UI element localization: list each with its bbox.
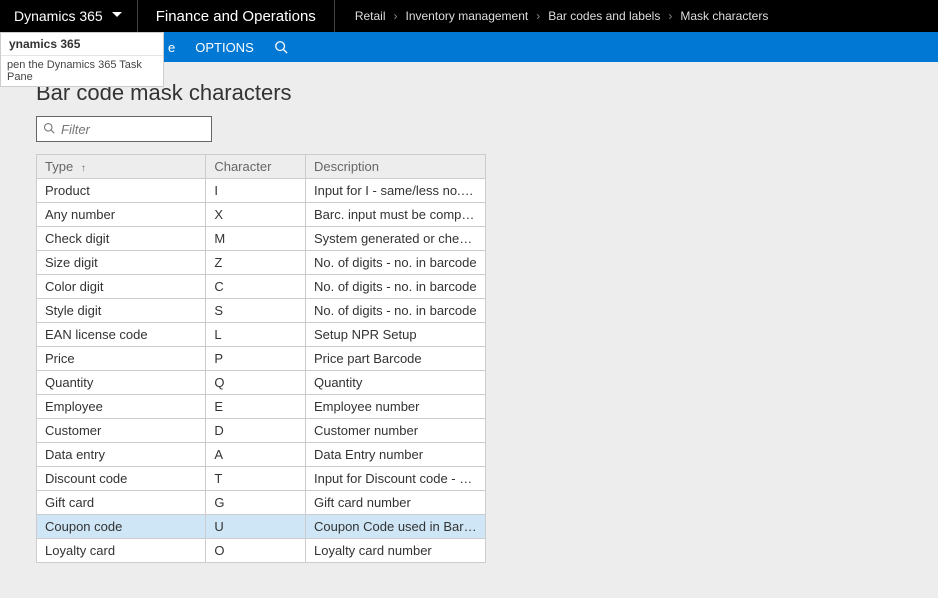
table-row[interactable]: Size digitZNo. of digits - no. in barcod… [37,251,486,275]
crumb-barcodes[interactable]: Bar codes and labels [548,9,660,23]
cell-character: C [206,275,306,299]
cell-type: Customer [37,419,206,443]
cell-character: O [206,539,306,563]
table-row[interactable]: PricePPrice part Barcode [37,347,486,371]
table-row[interactable]: Any numberXBarc. input must be complete [37,203,486,227]
table-row[interactable]: Data entryAData Entry number [37,443,486,467]
cell-type: Data entry [37,443,206,467]
dropdown-title: ynamics 365 [1,33,163,56]
cell-type: Color digit [37,275,206,299]
cell-character: S [206,299,306,323]
cell-type: Quantity [37,371,206,395]
cell-description: Input for Discount code - sa... [305,467,485,491]
cell-type: Any number [37,203,206,227]
cell-type: Check digit [37,227,206,251]
cell-character: Q [206,371,306,395]
col-header-type[interactable]: Type ↑ [37,155,206,179]
cell-description: Input for I - same/less no. of ... [305,179,485,203]
cell-type: EAN license code [37,323,206,347]
options-button[interactable]: OPTIONS [195,40,254,55]
cell-description: Setup NPR Setup [305,323,485,347]
table-row[interactable]: EAN license codeLSetup NPR Setup [37,323,486,347]
table-row[interactable]: CustomerDCustomer number [37,419,486,443]
cell-character: I [206,179,306,203]
cell-type: Coupon code [37,515,206,539]
actionbar-cut-letter: e [168,40,175,55]
topbar: Dynamics 365 Finance and Operations Reta… [0,0,938,32]
cell-description: Price part Barcode [305,347,485,371]
cell-type: Employee [37,395,206,419]
chevron-down-icon [111,8,123,24]
table-row[interactable]: Coupon codeUCoupon Code used in Bar code [37,515,486,539]
brand-menu[interactable]: Dynamics 365 [0,0,138,32]
chevron-right-icon: › [394,9,398,23]
crumb-retail[interactable]: Retail [355,9,386,23]
cell-character: P [206,347,306,371]
mask-characters-grid: Type ↑ Character Description ProductIInp… [36,154,486,563]
col-header-description[interactable]: Description [305,155,485,179]
cell-character: T [206,467,306,491]
cell-character: D [206,419,306,443]
breadcrumb: Retail › Inventory management › Bar code… [335,0,789,32]
cell-character: M [206,227,306,251]
table-row[interactable]: ProductIInput for I - same/less no. of .… [37,179,486,203]
grid-header-row: Type ↑ Character Description [37,155,486,179]
col-header-character[interactable]: Character [206,155,306,179]
table-row[interactable]: Gift cardGGift card number [37,491,486,515]
cell-description: System generated or checked [305,227,485,251]
col-label: Type [45,159,73,174]
cell-character: Z [206,251,306,275]
dropdown-hint: pen the Dynamics 365 Task Pane [1,56,163,86]
table-row[interactable]: Style digitSNo. of digits - no. in barco… [37,299,486,323]
crumb-inventory[interactable]: Inventory management [406,9,529,23]
cell-description: Loyalty card number [305,539,485,563]
cell-character: A [206,443,306,467]
brand-dropdown: ynamics 365 pen the Dynamics 365 Task Pa… [0,32,164,87]
cell-description: Gift card number [305,491,485,515]
table-row[interactable]: Check digitMSystem generated or checked [37,227,486,251]
cell-type: Product [37,179,206,203]
brand-label: Dynamics 365 [14,8,103,24]
page-title: Bar code mask characters [36,80,938,106]
cell-description: Data Entry number [305,443,485,467]
page-body: Bar code mask characters Type ↑ Characte… [0,62,938,598]
cell-character: L [206,323,306,347]
sort-ascending-icon: ↑ [81,163,86,174]
cell-type: Size digit [37,251,206,275]
filter-box[interactable] [36,116,212,142]
table-row[interactable]: Color digitCNo. of digits - no. in barco… [37,275,486,299]
cell-description: Quantity [305,371,485,395]
cell-description: Barc. input must be complete [305,203,485,227]
cell-type: Loyalty card [37,539,206,563]
search-icon[interactable] [274,40,288,54]
cell-type: Gift card [37,491,206,515]
cell-type: Style digit [37,299,206,323]
cell-description: Coupon Code used in Bar code [305,515,485,539]
chevron-right-icon: › [668,9,672,23]
cell-description: No. of digits - no. in barcode [305,299,485,323]
table-row[interactable]: Loyalty cardOLoyalty card number [37,539,486,563]
crumb-mask[interactable]: Mask characters [680,9,768,23]
cell-character: X [206,203,306,227]
chevron-right-icon: › [536,9,540,23]
cell-character: G [206,491,306,515]
search-icon [43,122,55,137]
cell-description: Customer number [305,419,485,443]
filter-input[interactable] [61,122,205,137]
cell-description: No. of digits - no. in barcode [305,275,485,299]
table-row[interactable]: EmployeeEEmployee number [37,395,486,419]
cell-type: Discount code [37,467,206,491]
module-label: Finance and Operations [138,0,335,32]
cell-character: U [206,515,306,539]
table-row[interactable]: QuantityQQuantity [37,371,486,395]
cell-description: No. of digits - no. in barcode [305,251,485,275]
cell-type: Price [37,347,206,371]
cell-character: E [206,395,306,419]
cell-description: Employee number [305,395,485,419]
table-row[interactable]: Discount codeTInput for Discount code - … [37,467,486,491]
